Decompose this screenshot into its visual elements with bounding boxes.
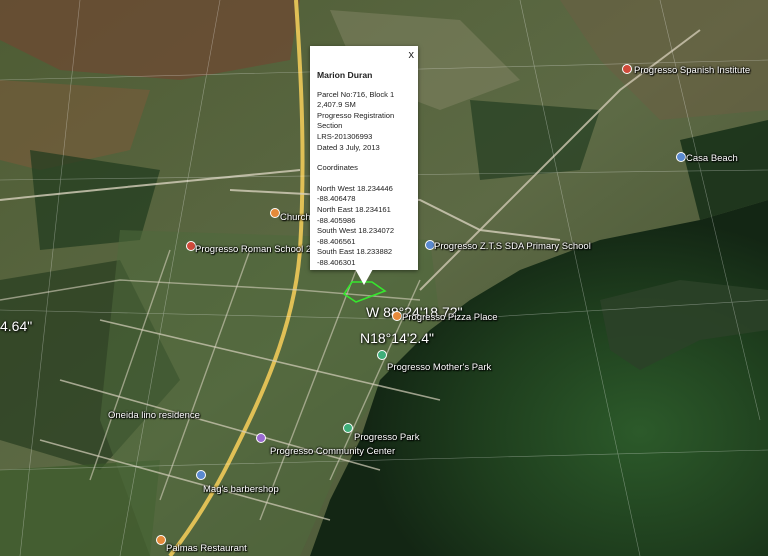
- popup-line: 2,407.9 SM: [317, 100, 356, 110]
- restaurant-pin-icon[interactable]: [156, 535, 166, 545]
- place-label-community-center[interactable]: Progresso Community Center: [270, 446, 395, 457]
- place-label-sda-school[interactable]: Progresso Z.T.S SDA Primary School: [434, 241, 591, 252]
- popup-coord-line: North West 18.234446: [317, 183, 393, 193]
- community-center-pin-icon[interactable]: [256, 433, 266, 443]
- popup-pointer: [355, 269, 373, 285]
- popup-coord-line: -88.406561: [317, 236, 356, 246]
- parcel-info-popup: x Marion Duran Parcel No:716, Block 1 2,…: [310, 46, 418, 270]
- place-label-mothers-park[interactable]: Progresso Mother's Park: [387, 362, 491, 373]
- popup-line: Dated 3 July, 2013: [317, 142, 380, 152]
- place-label-church[interactable]: Church: [280, 212, 311, 223]
- popup-coord-line: -88.406301: [317, 257, 356, 267]
- popup-line: Parcel No:716, Block 1: [317, 89, 395, 99]
- popup-title: Marion Duran: [317, 70, 373, 80]
- popup-line: LRS-201306993: [317, 131, 373, 141]
- beach-pin-icon[interactable]: [676, 152, 686, 162]
- popup-coords-header: Coordinates: [317, 163, 358, 173]
- mothers-park-pin-icon[interactable]: [377, 350, 387, 360]
- place-label-park[interactable]: Progresso Park: [354, 432, 419, 443]
- edge-coordinate-label: 4.64": [0, 318, 33, 334]
- place-label-beach[interactable]: Casa Beach: [686, 153, 738, 164]
- barbershop-pin-icon[interactable]: [196, 470, 206, 480]
- popup-coord-line: -88.406478: [317, 194, 356, 204]
- place-label-barbershop[interactable]: Mag's barbershop: [203, 484, 279, 495]
- place-label-roman-school[interactable]: Progresso Roman School 2009: [195, 244, 327, 255]
- popup-coord-line: South East 18.233882: [317, 247, 393, 257]
- close-icon[interactable]: x: [409, 50, 415, 61]
- church-pin-icon[interactable]: [270, 208, 280, 218]
- popup-coord-line: South West 18.234072: [317, 226, 395, 236]
- park-pin-icon[interactable]: [343, 423, 353, 433]
- pizza-pin-icon[interactable]: [392, 311, 402, 321]
- top-right-pin-icon[interactable]: [622, 64, 632, 74]
- latitude-label: N18°14'2.4": [360, 330, 434, 346]
- place-label-top-right[interactable]: Progresso Spanish Institute: [634, 65, 750, 76]
- place-label-restaurant[interactable]: Palmas Restaurant: [166, 543, 247, 554]
- popup-line: Progresso Registration Section: [317, 110, 395, 131]
- place-label-pizza[interactable]: Progresso Pizza Place: [402, 312, 498, 323]
- place-label-residence[interactable]: Oneida lino residence: [108, 410, 200, 421]
- popup-coord-line: North East 18.234161 -88.405986: [317, 204, 391, 225]
